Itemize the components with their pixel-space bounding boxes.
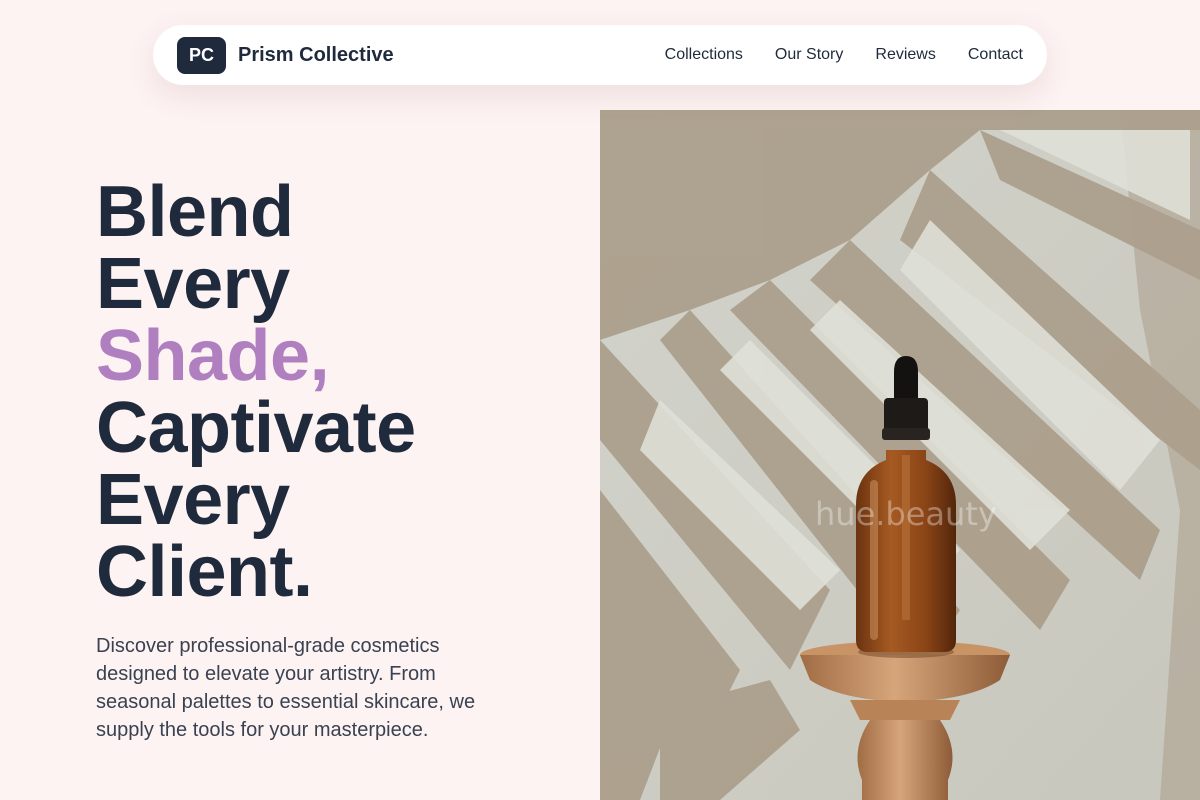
nav-links: Collections Our Story Reviews Contact — [665, 46, 1023, 64]
brand-name[interactable]: Prism Collective — [238, 44, 394, 67]
headline-line: Captivate — [96, 388, 416, 468]
nav-link-our-story[interactable]: Our Story — [775, 46, 843, 64]
photo-watermark: hue.beauty — [815, 495, 997, 533]
nav-link-collections[interactable]: Collections — [665, 46, 743, 64]
top-navbar: PC Prism Collective Collections Our Stor… — [153, 25, 1047, 85]
headline-line: Blend — [96, 172, 294, 252]
headline-line: Client. — [96, 532, 313, 612]
nav-link-contact[interactable]: Contact — [968, 46, 1023, 64]
product-photo-illustration — [600, 110, 1200, 800]
headline-line: Every — [96, 460, 290, 540]
nav-link-reviews[interactable]: Reviews — [875, 46, 935, 64]
hero-description: Discover professional-grade cosmetics de… — [96, 635, 476, 741]
logo-badge[interactable]: PC — [177, 36, 226, 74]
headline-accent-line: Shade, — [96, 316, 330, 396]
headline-line: Every — [96, 244, 290, 324]
hero-headline: Blend Every Shade, Captivate Every Clien… — [96, 176, 576, 608]
hero-product-photo: hue.beauty — [600, 110, 1200, 800]
